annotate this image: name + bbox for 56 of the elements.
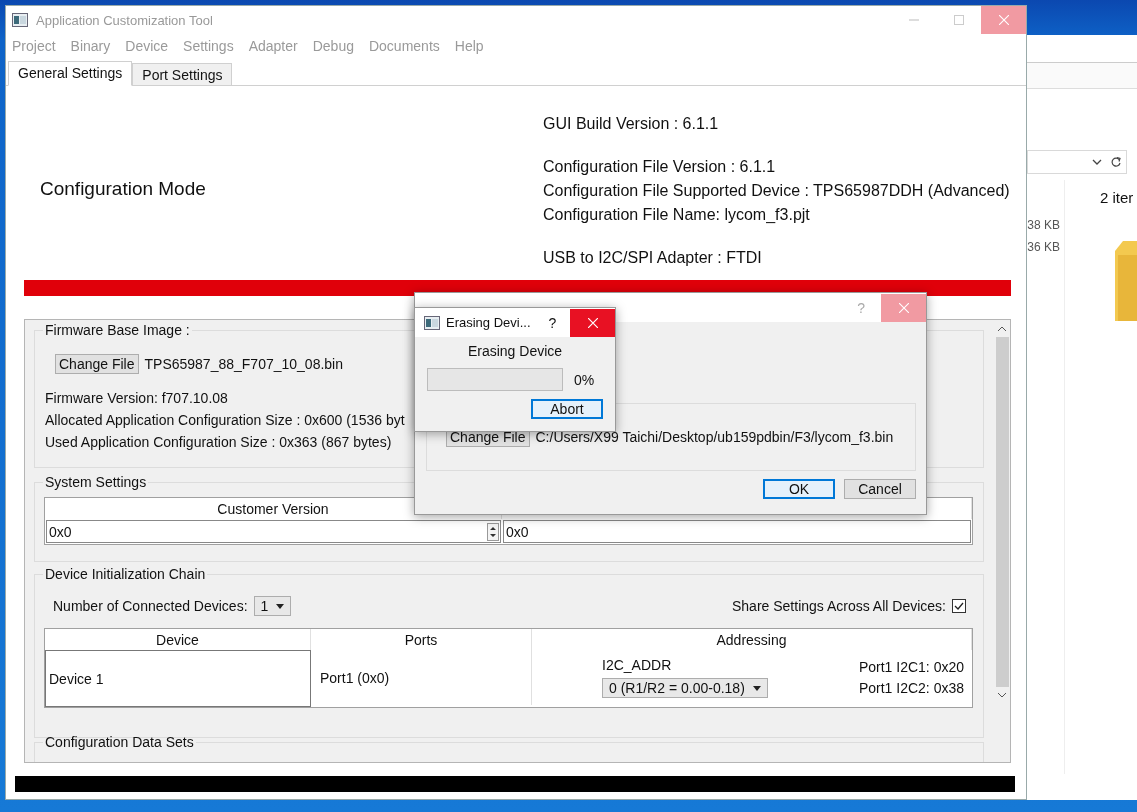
address-text: Port1 I2C2: 0x38	[858, 680, 964, 696]
file-size: 36 KB	[1027, 239, 1061, 256]
progress-message: Erasing Device	[466, 343, 564, 359]
close-icon	[998, 15, 1009, 25]
share-checkbox[interactable]	[952, 599, 966, 613]
maximize-icon	[953, 15, 964, 25]
change-file-button[interactable]: Change File	[55, 354, 139, 374]
progress-reading: 0%	[574, 371, 595, 388]
file-size: 38 KB	[1027, 217, 1061, 234]
file-path: C:/Users/X99 Taichi/Desktop/ub159pdbin/F3/lycom_f3.bin	[535, 429, 894, 445]
info-text: GUI Build Version : 6.1.1	[543, 114, 720, 134]
info-text: Allocated Application Configuration Size : 0x600 (1536 byt	[45, 411, 405, 430]
field-label: I2C_ADDR	[602, 657, 673, 673]
dialog-title: Erasing Devi...	[446, 315, 531, 330]
group-title: Firmware Base Image :	[44, 322, 191, 338]
window-title: Application Customization Tool	[36, 12, 213, 28]
table-cell: Port1 (0x0)	[311, 650, 532, 705]
group-title: Configuration Data Sets	[44, 734, 195, 750]
group-title: Device Initialization Chain	[44, 566, 207, 582]
close-icon	[898, 302, 909, 313]
caret-icon	[752, 685, 761, 691]
input-field[interactable]: 0x0	[46, 520, 501, 543]
app-icon	[12, 13, 28, 27]
app-icon	[424, 315, 440, 330]
tab[interactable]: General Settings	[8, 61, 133, 86]
caret-icon	[276, 603, 285, 609]
ok-button[interactable]: OK	[763, 479, 835, 499]
input-field[interactable]: 0x0	[503, 520, 971, 543]
close-button[interactable]	[570, 308, 615, 337]
table-cell[interactable]: Device 1	[45, 650, 311, 707]
info-text: Configuration File Supported Device : TPS65987DDH (Advanced)	[543, 181, 1010, 201]
address-field[interactable]	[1027, 150, 1127, 174]
info-text: Used Application Configuration Size : 0x363 (867 bytes)	[45, 433, 392, 452]
spinner-icon[interactable]	[487, 522, 499, 541]
abort-button[interactable]: Abort	[531, 399, 603, 419]
item-count: 2 iter	[1100, 189, 1135, 206]
address-text: Port1 I2C1: 0x20	[858, 659, 964, 675]
info-text: Configuration File Version : 6.1.1	[543, 157, 777, 177]
cancel-button[interactable]: Cancel	[844, 479, 916, 499]
scroll-down-icon[interactable]	[998, 693, 1006, 698]
chevron-down-icon[interactable]	[1092, 159, 1102, 165]
info-text: Configuration File Name: lycom_f3.pjt	[543, 205, 811, 225]
file-name: TPS65987_88_F707_10_08.bin	[144, 356, 343, 372]
refresh-icon[interactable]	[1110, 156, 1122, 168]
tab[interactable]: Port Settings	[132, 63, 233, 86]
close-icon	[587, 317, 598, 328]
help-button[interactable]: ?	[548, 314, 557, 331]
info-text: Firmware Version: f707.10.08	[45, 389, 228, 408]
info-text: USB to I2C/SPI Adapter : FTDI	[543, 248, 763, 268]
scroll-up-icon[interactable]	[998, 326, 1006, 331]
address-dropdown[interactable]: 0 (R1/R2 = 0.00-0.18)	[602, 678, 768, 698]
field-label: Number of Connected Devices:	[53, 598, 248, 614]
mode-heading: Configuration Mode	[39, 178, 207, 200]
device-count-dropdown[interactable]: 1	[253, 596, 292, 616]
group-title: System Settings	[44, 474, 148, 490]
checkbox-label: Share Settings Across All Devices:	[732, 598, 946, 614]
